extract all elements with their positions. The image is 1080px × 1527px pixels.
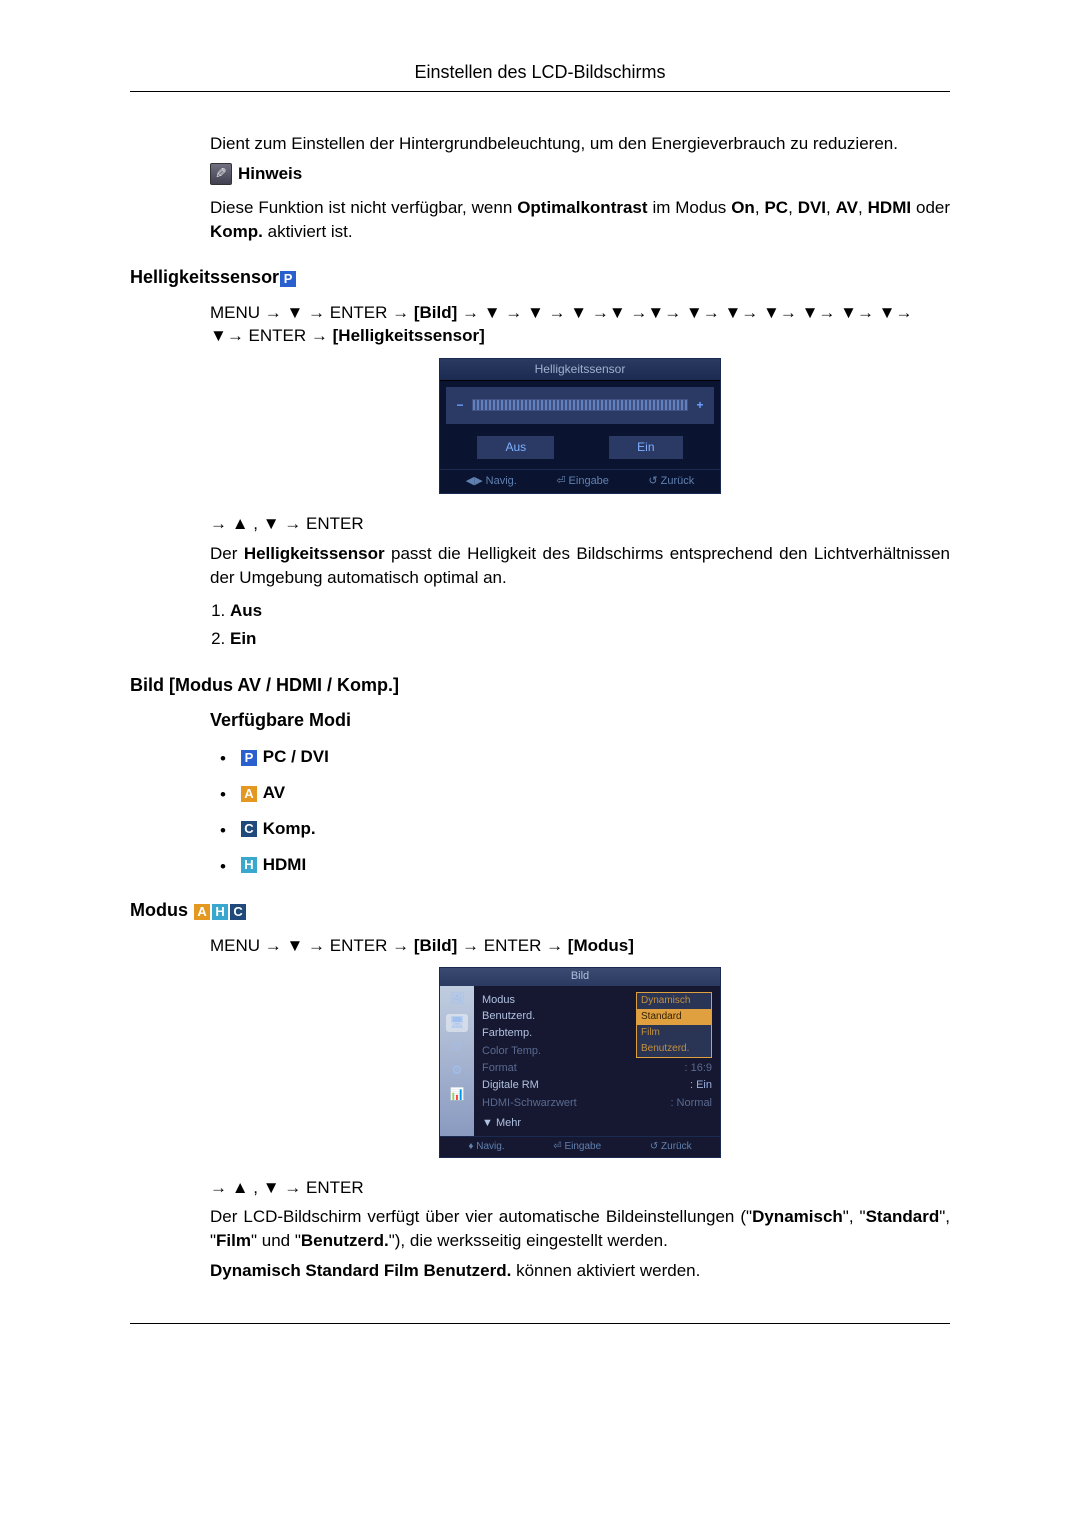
- osd2-side-icon-2[interactable]: 🖥: [446, 1014, 468, 1032]
- dd-benutzerd[interactable]: Benutzerd.: [637, 1041, 711, 1057]
- intro-desc: Dient zum Einstellen der Hintergrundbele…: [210, 132, 950, 156]
- osd2-side-icon-4[interactable]: ⚙: [446, 1062, 468, 1080]
- note-text: Diese Funktion ist nicht verfügbar, wenn…: [210, 196, 950, 244]
- hellig-options: Aus Ein: [210, 599, 950, 651]
- osd2-modus-label[interactable]: Modus: [482, 993, 515, 1007]
- dd-dynamisch[interactable]: Dynamisch: [637, 993, 711, 1009]
- mode-item-pc: P PC / DVI: [230, 745, 950, 769]
- osd-bild: Bild 🖼 🖥 ⏱ ⚙ 📊 Modus :: [439, 967, 721, 1157]
- osd2-digrm[interactable]: Digitale RM: [482, 1078, 539, 1093]
- slider-bar[interactable]: [472, 399, 688, 411]
- heading-modus: Modus AHC: [130, 898, 950, 923]
- osd1-btn-ein[interactable]: Ein: [609, 436, 682, 459]
- opt-aus: Aus: [230, 601, 262, 620]
- osd2-side-icon-3[interactable]: ⏱: [446, 1038, 468, 1056]
- dd-standard[interactable]: Standard: [637, 1009, 711, 1025]
- osd2-format: Format: [482, 1061, 517, 1076]
- subheading-verfuegbare: Verfügbare Modi: [210, 708, 950, 733]
- mode-item-hdmi: H HDMI: [230, 853, 950, 877]
- mode-badge-c: C: [230, 904, 246, 920]
- osd2-side-icon-5[interactable]: 📊: [446, 1086, 468, 1104]
- mode-badge-c-icon: C: [241, 821, 257, 837]
- osd-helligkeitssensor: Helligkeitssensor − + Aus Ein ◀▶ Navig. …: [439, 358, 721, 494]
- osd1-btn-aus[interactable]: Aus: [477, 436, 554, 459]
- mode-item-komp: C Komp.: [230, 817, 950, 841]
- heading-helligkeitssensor: HelligkeitssensorP: [130, 265, 950, 290]
- osd2-farb[interactable]: Farbtemp.: [482, 1026, 532, 1041]
- slider-minus[interactable]: −: [454, 397, 466, 414]
- mode-badge-h: H: [212, 904, 228, 920]
- modus-p2: Dynamisch Standard Film Benutzerd. könne…: [210, 1259, 950, 1283]
- menu-path-modus: MENU → ▼ → ENTER → [Bild] → ENTER → [Mod…: [210, 934, 950, 958]
- menu-path-1: MENU → ▼ → ENTER → [Bild] → ▼ → ▼ → ▼ →▼…: [210, 301, 950, 349]
- mode-badge-a: A: [194, 904, 210, 920]
- osd2-modus-dropdown[interactable]: Dynamisch Standard Film Benutzerd.: [636, 992, 712, 1058]
- footer-rule: [130, 1323, 950, 1324]
- osd2-foot-enter: ⏎ Eingabe: [553, 1140, 601, 1154]
- menu-path-1b: → ▲ , ▼ → ENTER: [210, 512, 950, 536]
- osd2-hdmi: HDMI-Schwarzwert: [482, 1096, 577, 1111]
- osd1-foot-back: ↺ Zurück: [648, 474, 694, 489]
- osd1-slider[interactable]: − +: [446, 387, 714, 424]
- mode-badge-a-icon: A: [241, 786, 257, 802]
- osd1-foot-nav: ◀▶ Navig.: [466, 474, 517, 489]
- osd2-ctemp: Color Temp.: [482, 1044, 541, 1059]
- osd2-foot-back: ↺ Zurück: [650, 1140, 692, 1154]
- opt-ein: Ein: [230, 629, 256, 648]
- note-label: Hinweis: [238, 162, 302, 186]
- osd2-benutz[interactable]: Benutzerd.: [482, 1009, 535, 1024]
- mode-badge-p-icon: P: [241, 750, 257, 766]
- page-header: Einstellen des LCD-Bildschirms: [130, 60, 950, 92]
- osd1-title: Helligkeitssensor: [440, 359, 720, 381]
- osd2-title: Bild: [440, 968, 720, 985]
- note-icon: [210, 163, 232, 185]
- osd2-foot-nav: ♦ Navig.: [468, 1140, 504, 1154]
- osd2-sidebar: 🖼 🖥 ⏱ ⚙ 📊: [440, 986, 474, 1136]
- osd2-side-icon-1[interactable]: 🖼: [446, 990, 468, 1008]
- heading-bild: Bild [Modus AV / HDMI / Komp.]: [130, 673, 950, 698]
- osd1-foot-enter: ⏎ Eingabe: [556, 474, 609, 489]
- modus-p1: Der LCD-Bildschirm verfügt über vier aut…: [210, 1205, 950, 1253]
- slider-plus[interactable]: +: [694, 397, 706, 414]
- mode-item-av: A AV: [230, 781, 950, 805]
- mode-badge-p: P: [280, 271, 296, 287]
- osd2-more[interactable]: ▼ Mehr: [482, 1112, 712, 1131]
- menu-path-modus-b: → ▲ , ▼ → ENTER: [210, 1176, 950, 1200]
- dd-film[interactable]: Film: [637, 1025, 711, 1041]
- hellig-desc: Der Helligkeitssensor passt die Helligke…: [210, 542, 950, 590]
- mode-badge-h-icon: H: [241, 857, 257, 873]
